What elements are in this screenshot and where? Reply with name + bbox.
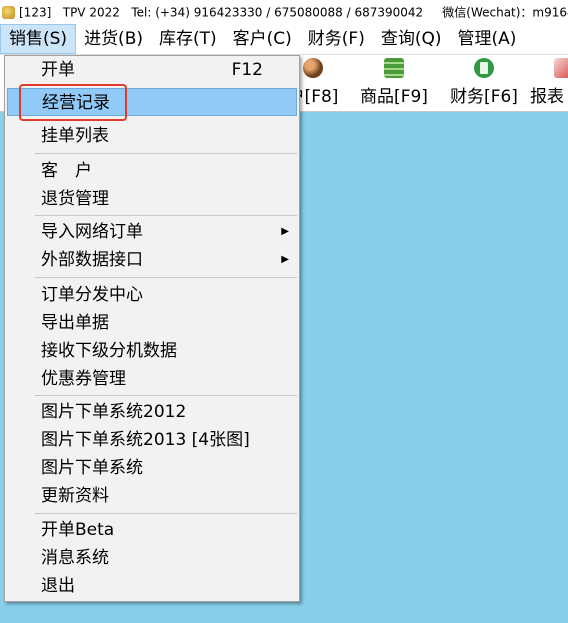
menu-item-external-data[interactable]: 外部数据接口 ▶ [7, 246, 297, 274]
report-icon [554, 58, 568, 78]
external-data-label: 外部数据接口 [41, 250, 143, 270]
menu-separator [35, 153, 297, 154]
toolbar-goods-button[interactable]: 商品[F9] [356, 55, 432, 111]
goods-list-icon [384, 58, 404, 78]
menu-separator [35, 395, 297, 396]
menu-item-pic-order-2012[interactable]: 图片下单系统2012 [7, 398, 297, 426]
menu-bar: 销售(S) 进货(B) 库存(T) 客户(C) 财务(F) 查询(Q) 管理(A) [0, 24, 568, 55]
toolbar-report-button[interactable]: 报表 [530, 55, 568, 111]
calculator-icon [474, 58, 494, 78]
menu-item-pending-orders[interactable]: 挂单列表 [7, 122, 297, 150]
menu-item-customer[interactable]: 客 户 [7, 157, 297, 185]
sales-dropdown-menu: 开单 F12 经营记录 挂单列表 客 户 退货管理 导入网络订单 ▶ 外部数据接… [4, 55, 300, 602]
menu-item-export-docs[interactable]: 导出单据 [7, 309, 297, 337]
menu-query[interactable]: 查询(Q) [373, 24, 450, 54]
menu-item-receive-data[interactable]: 接收下级分机数据 [7, 337, 297, 365]
title-wechat: 微信(Wechat)：m9164233 [442, 5, 568, 20]
menu-item-open-order[interactable]: 开单 F12 [7, 56, 297, 84]
toolbar-goods-label: 商品[F9] [360, 87, 428, 107]
menu-separator [35, 215, 297, 216]
highlight-callout [19, 84, 127, 121]
submenu-arrow-icon: ▶ [281, 226, 289, 237]
title-bar: [123] TPV 2022 Tel: (+34) 916423330 / 67… [0, 0, 568, 24]
menu-finance[interactable]: 财务(F) [300, 24, 373, 54]
app-icon [2, 6, 15, 19]
toolbar-finance-button[interactable]: 财务[F6] [446, 55, 522, 111]
title-tel: Tel: (+34) 916423330 / 675080088 / 68739… [131, 5, 424, 20]
toolbar-finance-label: 财务[F6] [450, 87, 518, 107]
customers-icon [303, 58, 323, 78]
menu-item-order-center[interactable]: 订单分发中心 [7, 281, 297, 309]
menu-sales[interactable]: 销售(S) [0, 24, 77, 54]
menu-item-exit[interactable]: 退出 [7, 572, 297, 600]
submenu-arrow-icon: ▶ [281, 254, 289, 265]
menu-item-import-online-orders[interactable]: 导入网络订单 ▶ [7, 218, 297, 246]
menu-item-update-data[interactable]: 更新资料 [7, 482, 297, 510]
import-online-label: 导入网络订单 [41, 222, 143, 242]
menu-item-pic-order[interactable]: 图片下单系统 [7, 454, 297, 482]
toolbar-report-label: 报表 [530, 87, 564, 107]
menu-customer[interactable]: 客户(C) [225, 24, 300, 54]
menu-manage[interactable]: 管理(A) [450, 24, 525, 54]
menu-item-coupons[interactable]: 优惠券管理 [7, 365, 297, 393]
title-app: TPV 2022 [62, 5, 120, 20]
menu-item-open-order-beta[interactable]: 开单Beta [7, 516, 297, 544]
open-order-label: 开单 [41, 60, 75, 80]
menu-separator [35, 513, 297, 514]
title-code: [123] [19, 5, 52, 20]
menu-item-messages[interactable]: 消息系统 [7, 544, 297, 572]
menu-item-pic-order-2013[interactable]: 图片下单系统2013 [4张图] [7, 426, 297, 454]
open-order-shortcut: F12 [231, 60, 263, 80]
menu-item-returns[interactable]: 退货管理 [7, 185, 297, 213]
menu-separator [35, 277, 297, 278]
menu-inventory[interactable]: 库存(T) [151, 24, 225, 54]
menu-purchase[interactable]: 进货(B) [76, 24, 151, 54]
